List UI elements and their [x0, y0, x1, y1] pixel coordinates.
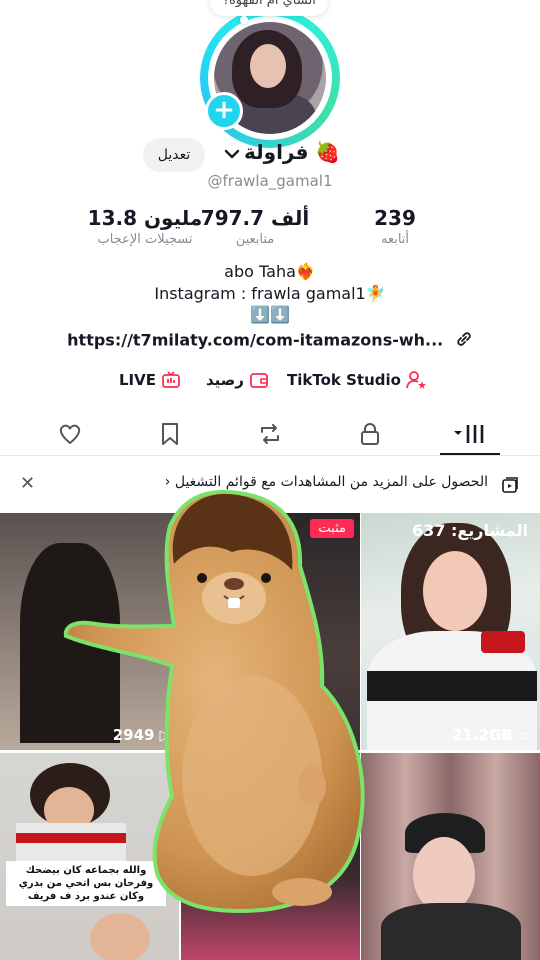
- link-icon: [455, 330, 473, 352]
- stat-likes[interactable]: 13.8 مليون تسجيلات الإعجاب: [75, 206, 215, 247]
- edit-profile-button[interactable]: تعديل: [143, 138, 205, 172]
- close-icon[interactable]: ✕: [20, 473, 35, 494]
- profile-tabs: [0, 410, 540, 456]
- username: @frawla_gamal1: [207, 172, 333, 190]
- heart-icon: [59, 424, 81, 444]
- videos-grid-icon: [454, 425, 484, 443]
- chevron-down-icon[interactable]: [222, 144, 242, 164]
- pinned-badge: مثبت: [310, 519, 354, 538]
- playlist-banner[interactable]: ✕ الحصول على المزيد من المشاهدات مع قوائ…: [0, 465, 540, 505]
- bio-line-1: abo Taha❤️‍🔥: [224, 262, 316, 281]
- tab-videos[interactable]: [440, 416, 500, 452]
- balance-link[interactable]: رصيد: [202, 368, 270, 392]
- video-caption: والله بجماعه كان بيضحك وفرحان بس اتحي من…: [6, 861, 166, 906]
- video-grid: المشاريع: 637 21.2GB ▭ مثبت 2949 ▷ والله ب…: [0, 513, 540, 960]
- display-name[interactable]: فراولة 🍓: [244, 140, 340, 164]
- bio-line-3: ⬇️⬇️: [250, 305, 290, 324]
- video-thumbnail-1[interactable]: المشاريع: 637 21.2GB ▭: [361, 513, 540, 750]
- tab-liked[interactable]: [40, 416, 100, 452]
- video-thumbnail-3[interactable]: 2949 ▷: [0, 513, 179, 750]
- wallet-icon: [250, 373, 268, 388]
- active-tab-indicator: [440, 453, 500, 455]
- view-count: 2949 ▷: [112, 726, 171, 744]
- tab-favorites[interactable]: [140, 416, 200, 452]
- video-thumbnail-6[interactable]: [361, 753, 540, 960]
- lock-icon: [361, 423, 379, 445]
- video-thumbnail-2[interactable]: مثبت: [181, 513, 360, 750]
- tab-private[interactable]: [340, 416, 400, 452]
- add-story-button[interactable]: +: [205, 92, 243, 130]
- repost-icon: [261, 424, 279, 444]
- video-thumbnail-4[interactable]: والله بجماعه كان بيضحك وفرحان بس اتحي من…: [0, 753, 179, 960]
- projects-count: المشاريع: 637: [411, 521, 528, 540]
- playlist-icon: [502, 477, 518, 493]
- folder-icon: ▭: [517, 726, 532, 744]
- video-thumbnail-5[interactable]: [181, 753, 360, 960]
- storage-size: 21.2GB ▭: [452, 726, 532, 744]
- bookmark-icon: [162, 423, 178, 445]
- live-link[interactable]: LIVE: [115, 368, 182, 392]
- bio-link[interactable]: https://t7milaty.com/com-itamazons-wh...: [0, 330, 540, 352]
- stat-following[interactable]: 239 أتابعه: [325, 206, 465, 247]
- name-row: تعديل فراولة 🍓: [0, 138, 540, 172]
- creator-star-icon: [406, 371, 426, 389]
- tiktok-studio-link[interactable]: TikTok Studio: [283, 368, 427, 392]
- profile-note[interactable]: الشاي أم القهوة؟: [210, 0, 328, 16]
- bio-line-2: Instagram : frawla gamal1🧚: [154, 284, 386, 303]
- tab-reposts[interactable]: [240, 416, 300, 452]
- tv-icon: [162, 371, 180, 388]
- play-icon: ▷: [159, 726, 171, 744]
